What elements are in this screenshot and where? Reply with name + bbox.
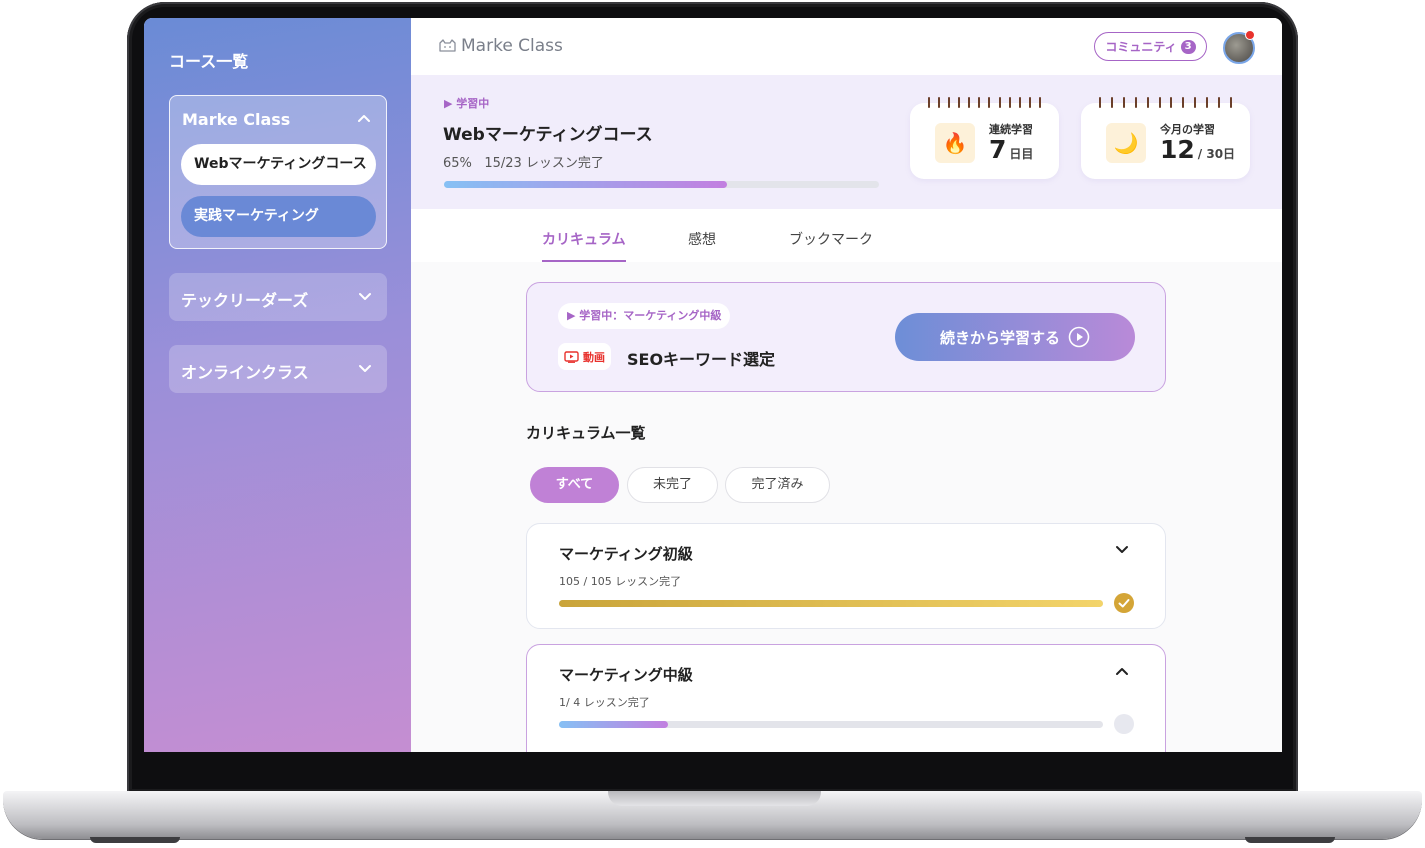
course-group-label: オンラインクラス bbox=[181, 363, 309, 382]
video-icon bbox=[564, 350, 579, 363]
media-type-badge: 動画 bbox=[558, 343, 611, 370]
streak-unit: 日目 bbox=[1009, 147, 1034, 161]
monthly-study-card: 🌙 今月の学習 12/ 30日 bbox=[1081, 97, 1250, 179]
level-progress-text: 1/ 4 レッスン完了 bbox=[559, 696, 650, 709]
course-title: Webマーケティングコース bbox=[443, 125, 653, 145]
streak-value: 7 日目 bbox=[989, 135, 1033, 164]
course-group-label: テックリーダーズ bbox=[181, 291, 309, 310]
course-progress-bar bbox=[444, 181, 879, 188]
level-progress-bar bbox=[559, 600, 1103, 607]
level-card-intermediate[interactable]: マーケティング中級 1/ 4 レッスン完了 bbox=[526, 644, 1166, 752]
sidebar-item-practical-marketing[interactable]: 実践マーケティング bbox=[181, 196, 376, 237]
curriculum-heading: カリキュラム一覧 bbox=[526, 424, 646, 442]
level-title: マーケティング中級 bbox=[559, 666, 693, 684]
laptop-base bbox=[3, 791, 1422, 839]
filter-completed[interactable]: 完了済み bbox=[725, 467, 830, 503]
notification-dot-icon bbox=[1245, 30, 1255, 40]
status-tag: ▶ 学習中 bbox=[444, 97, 490, 110]
sidebar: コース一覧 Marke Class Webマーケティングコース 実践マーケティン… bbox=[144, 18, 411, 752]
media-type-label: 動画 bbox=[583, 350, 605, 364]
top-header: Marke Class コミュニティ 3 bbox=[411, 18, 1282, 75]
current-lesson-title: SEOキーワード選定 bbox=[627, 350, 776, 369]
cat-logo-icon bbox=[439, 39, 456, 52]
level-title: マーケティング初級 bbox=[559, 545, 693, 563]
course-progress-text: 65% 15/23 レッスン完了 bbox=[443, 152, 604, 171]
laptop-foot-left bbox=[90, 837, 180, 843]
course-progress-fill bbox=[444, 181, 727, 188]
chevron-down-icon[interactable] bbox=[1115, 545, 1129, 555]
course-lessons-count: 15/23 レッスン完了 bbox=[484, 156, 604, 171]
tab-curriculum[interactable]: カリキュラム bbox=[542, 229, 626, 249]
logo-text: Marke Class bbox=[461, 36, 563, 56]
app-screen: コース一覧 Marke Class Webマーケティングコース 実践マーケティン… bbox=[144, 18, 1282, 752]
course-group-label[interactable]: Marke Class bbox=[182, 110, 290, 129]
course-group-online-class[interactable]: オンラインクラス bbox=[169, 345, 387, 393]
streak-number: 7 bbox=[989, 135, 1007, 164]
community-label: コミュニティ bbox=[1105, 40, 1177, 54]
level-progress-bar bbox=[559, 721, 1103, 728]
completed-check-icon bbox=[1114, 593, 1134, 613]
level-card-beginner[interactable]: マーケティング初級 105 / 105 レッスン完了 bbox=[526, 523, 1166, 629]
sidebar-item-web-marketing[interactable]: Webマーケティングコース bbox=[181, 144, 376, 185]
flame-icon: 🔥 bbox=[935, 123, 975, 163]
level-progress-fill bbox=[559, 721, 668, 728]
chevron-down-icon[interactable] bbox=[359, 362, 371, 374]
calendar-rings bbox=[1099, 97, 1232, 109]
monthly-unit: / 30日 bbox=[1197, 147, 1236, 161]
level-progress-text: 105 / 105 レッスン完了 bbox=[559, 575, 682, 588]
content-tabs: カリキュラム 感想 ブックマーク bbox=[411, 209, 1282, 262]
continue-button-label: 続きから学習する bbox=[939, 328, 1060, 347]
calendar-rings bbox=[928, 97, 1041, 109]
chevron-up-icon[interactable] bbox=[358, 113, 370, 125]
course-progress-panel: ▶ 学習中 Webマーケティングコース 65% 15/23 レッスン完了 🔥 連… bbox=[411, 75, 1282, 209]
active-tab-indicator bbox=[542, 260, 626, 262]
monthly-value: 12/ 30日 bbox=[1160, 135, 1235, 164]
laptop-foot-right bbox=[1245, 837, 1335, 843]
course-group-tech-leaders[interactable]: テックリーダーズ bbox=[169, 273, 387, 321]
sidebar-title: コース一覧 bbox=[169, 52, 249, 71]
monthly-number: 12 bbox=[1160, 135, 1195, 164]
course-percent: 65% bbox=[443, 156, 472, 171]
tab-impressions[interactable]: 感想 bbox=[688, 229, 716, 249]
continue-learning-card: ▶ 学習中：マーケティング中級 動画 SEOキーワード選定 続きから学習する bbox=[526, 282, 1166, 392]
course-group-marke-class: Marke Class Webマーケティングコース 実践マーケティング bbox=[169, 95, 387, 249]
level-progress-fill bbox=[559, 600, 1103, 607]
chevron-down-icon[interactable] bbox=[359, 290, 371, 302]
current-section-tag: ▶ 学習中：マーケティング中級 bbox=[558, 303, 731, 329]
app-logo[interactable]: Marke Class bbox=[438, 36, 563, 56]
filter-incomplete[interactable]: 未完了 bbox=[627, 467, 718, 503]
pending-status-icon bbox=[1114, 714, 1134, 734]
continue-learning-button[interactable]: 続きから学習する bbox=[895, 313, 1135, 361]
laptop-notch bbox=[608, 791, 821, 806]
play-circle-icon bbox=[1068, 326, 1090, 348]
chevron-up-icon[interactable] bbox=[1115, 666, 1129, 676]
community-count-badge: 3 bbox=[1180, 39, 1196, 54]
community-button[interactable]: コミュニティ 3 bbox=[1094, 32, 1207, 61]
moon-icon: 🌙 bbox=[1106, 123, 1146, 163]
filter-all[interactable]: すべて bbox=[530, 467, 619, 503]
streak-card: 🔥 連続学習 7 日目 bbox=[910, 97, 1059, 179]
tab-bookmarks[interactable]: ブックマーク bbox=[789, 229, 873, 249]
